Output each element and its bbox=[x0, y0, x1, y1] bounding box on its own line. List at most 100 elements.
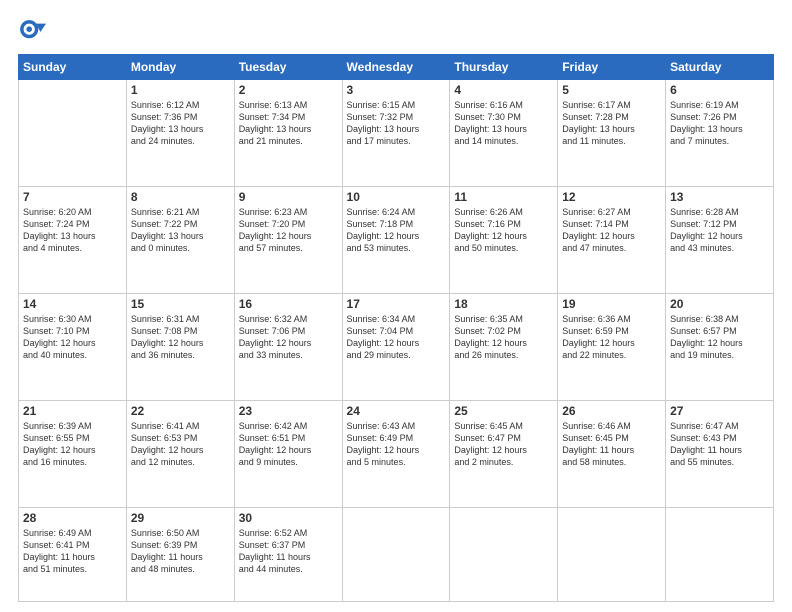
day-number: 2 bbox=[239, 83, 338, 97]
cell-info: Sunset: 6:47 PM bbox=[454, 432, 553, 444]
calendar-cell: 11Sunrise: 6:26 AMSunset: 7:16 PMDayligh… bbox=[450, 187, 558, 294]
cell-info: and 9 minutes. bbox=[239, 456, 338, 468]
cell-info: Sunset: 7:22 PM bbox=[131, 218, 230, 230]
cell-info: Sunrise: 6:26 AM bbox=[454, 206, 553, 218]
day-number: 24 bbox=[347, 404, 446, 418]
cell-info: Sunset: 6:57 PM bbox=[670, 325, 769, 337]
cell-info: Sunset: 6:39 PM bbox=[131, 539, 230, 551]
cell-info: Sunset: 6:45 PM bbox=[562, 432, 661, 444]
cell-info: and 51 minutes. bbox=[23, 563, 122, 575]
cell-info: and 53 minutes. bbox=[347, 242, 446, 254]
cell-info: Sunrise: 6:38 AM bbox=[670, 313, 769, 325]
cell-info: Sunrise: 6:42 AM bbox=[239, 420, 338, 432]
calendar-cell: 24 Sunrise: 6:43 AMSunset: 6:49 PMDayligh… bbox=[342, 401, 450, 508]
cell-info: and 57 minutes. bbox=[239, 242, 338, 254]
day-number: 16 bbox=[239, 297, 338, 311]
day-number: 26 bbox=[562, 404, 661, 418]
cell-info: and 26 minutes. bbox=[454, 349, 553, 361]
cell-info: Sunset: 6:37 PM bbox=[239, 539, 338, 551]
cell-info: Sunrise: 6:12 AM bbox=[131, 99, 230, 111]
calendar-cell: 15Sunrise: 6:31 AMSunset: 7:08 PMDayligh… bbox=[126, 294, 234, 401]
top-section bbox=[18, 18, 774, 46]
calendar-cell: 20Sunrise: 6:38 AMSunset: 6:57 PMDayligh… bbox=[666, 294, 774, 401]
cell-info: and 16 minutes. bbox=[23, 456, 122, 468]
cell-info: and 4 minutes. bbox=[23, 242, 122, 254]
cell-info: Sunrise: 6:16 AM bbox=[454, 99, 553, 111]
cell-info: and 2 minutes. bbox=[454, 456, 553, 468]
cell-info: Sunrise: 6:24 AM bbox=[347, 206, 446, 218]
calendar-cell: 16Sunrise: 6:32 AMSunset: 7:06 PMDayligh… bbox=[234, 294, 342, 401]
cell-info: Daylight: 13 hours bbox=[239, 123, 338, 135]
cell-info: Daylight: 12 hours bbox=[347, 337, 446, 349]
calendar-cell: 19Sunrise: 6:36 AMSunset: 6:59 PMDayligh… bbox=[558, 294, 666, 401]
cell-info: Daylight: 13 hours bbox=[131, 230, 230, 242]
cell-info: and 36 minutes. bbox=[131, 349, 230, 361]
calendar-cell: 22Sunrise: 6:41 AMSunset: 6:53 PMDayligh… bbox=[126, 401, 234, 508]
day-number: 1 bbox=[131, 83, 230, 97]
cell-info: Daylight: 12 hours bbox=[670, 337, 769, 349]
calendar-cell: 8Sunrise: 6:21 AMSunset: 7:22 PMDaylight… bbox=[126, 187, 234, 294]
cell-info: Daylight: 13 hours bbox=[454, 123, 553, 135]
day-number: 9 bbox=[239, 190, 338, 204]
header-row: SundayMondayTuesdayWednesdayThursdayFrid… bbox=[19, 55, 774, 80]
cell-info: and 21 minutes. bbox=[239, 135, 338, 147]
cell-info: Sunset: 7:12 PM bbox=[670, 218, 769, 230]
cell-info: Sunset: 7:14 PM bbox=[562, 218, 661, 230]
cell-info: Sunset: 7:28 PM bbox=[562, 111, 661, 123]
cell-info: Sunset: 7:30 PM bbox=[454, 111, 553, 123]
calendar-cell: 29Sunrise: 6:50 AMSunset: 6:39 PMDayligh… bbox=[126, 508, 234, 602]
cell-info: Sunrise: 6:43 AM bbox=[347, 420, 446, 432]
calendar-cell: 30Sunrise: 6:52 AMSunset: 6:37 PMDayligh… bbox=[234, 508, 342, 602]
cell-info: Sunset: 6:49 PM bbox=[347, 432, 446, 444]
cell-info: Daylight: 12 hours bbox=[454, 444, 553, 456]
day-number: 29 bbox=[131, 511, 230, 525]
cell-info: and 5 minutes. bbox=[347, 456, 446, 468]
calendar-cell: 10Sunrise: 6:24 AMSunset: 7:18 PMDayligh… bbox=[342, 187, 450, 294]
cell-info: and 0 minutes. bbox=[131, 242, 230, 254]
calendar-cell: 7Sunrise: 6:20 AMSunset: 7:24 PMDaylight… bbox=[19, 187, 127, 294]
cell-info: Daylight: 12 hours bbox=[347, 444, 446, 456]
cell-info: Daylight: 12 hours bbox=[23, 444, 122, 456]
cell-info: Daylight: 13 hours bbox=[23, 230, 122, 242]
day-number: 13 bbox=[670, 190, 769, 204]
week-row: 7Sunrise: 6:20 AMSunset: 7:24 PMDaylight… bbox=[19, 187, 774, 294]
cell-info: Sunrise: 6:15 AM bbox=[347, 99, 446, 111]
day-number: 11 bbox=[454, 190, 553, 204]
cell-info: Sunrise: 6:13 AM bbox=[239, 99, 338, 111]
day-number: 4 bbox=[454, 83, 553, 97]
cell-info: and 17 minutes. bbox=[347, 135, 446, 147]
weekday-header: Wednesday bbox=[342, 55, 450, 80]
week-row: 14Sunrise: 6:30 AMSunset: 7:10 PMDayligh… bbox=[19, 294, 774, 401]
cell-info: Sunset: 7:32 PM bbox=[347, 111, 446, 123]
cell-info: Daylight: 12 hours bbox=[131, 337, 230, 349]
day-number: 12 bbox=[562, 190, 661, 204]
logo-icon bbox=[18, 18, 46, 46]
cell-info: Sunrise: 6:50 AM bbox=[131, 527, 230, 539]
calendar-cell: 25Sunrise: 6:45 AMSunset: 6:47 PMDayligh… bbox=[450, 401, 558, 508]
cell-info: Sunrise: 6:20 AM bbox=[23, 206, 122, 218]
cell-info: Sunrise: 6:45 AM bbox=[454, 420, 553, 432]
cell-info: Daylight: 13 hours bbox=[562, 123, 661, 135]
cell-info: and 12 minutes. bbox=[131, 456, 230, 468]
cell-info: and 33 minutes. bbox=[239, 349, 338, 361]
cell-info: and 58 minutes. bbox=[562, 456, 661, 468]
week-row: 1 Sunrise: 6:12 AMSunset: 7:36 PM Daylight… bbox=[19, 80, 774, 187]
cell-info: Sunrise: 6:36 AM bbox=[562, 313, 661, 325]
cell-info: Sunset: 7:36 PM bbox=[131, 111, 230, 123]
weekday-header: Sunday bbox=[19, 55, 127, 80]
cell-info: Sunrise: 6:17 AM bbox=[562, 99, 661, 111]
weekday-header: Tuesday bbox=[234, 55, 342, 80]
cell-info: and 55 minutes. bbox=[670, 456, 769, 468]
day-number: 17 bbox=[347, 297, 446, 311]
cell-info: Sunrise: 6:21 AM bbox=[131, 206, 230, 218]
day-number: 10 bbox=[347, 190, 446, 204]
cell-info: Sunset: 7:08 PM bbox=[131, 325, 230, 337]
logo bbox=[18, 18, 50, 46]
weekday-header: Monday bbox=[126, 55, 234, 80]
cell-info: Sunset: 6:51 PM bbox=[239, 432, 338, 444]
calendar-cell: 14Sunrise: 6:30 AMSunset: 7:10 PMDayligh… bbox=[19, 294, 127, 401]
cell-info: Sunset: 7:26 PM bbox=[670, 111, 769, 123]
calendar-cell: 17Sunrise: 6:34 AMSunset: 7:04 PMDayligh… bbox=[342, 294, 450, 401]
calendar-cell: 26Sunrise: 6:46 AMSunset: 6:45 PMDayligh… bbox=[558, 401, 666, 508]
cell-info: and 48 minutes. bbox=[131, 563, 230, 575]
